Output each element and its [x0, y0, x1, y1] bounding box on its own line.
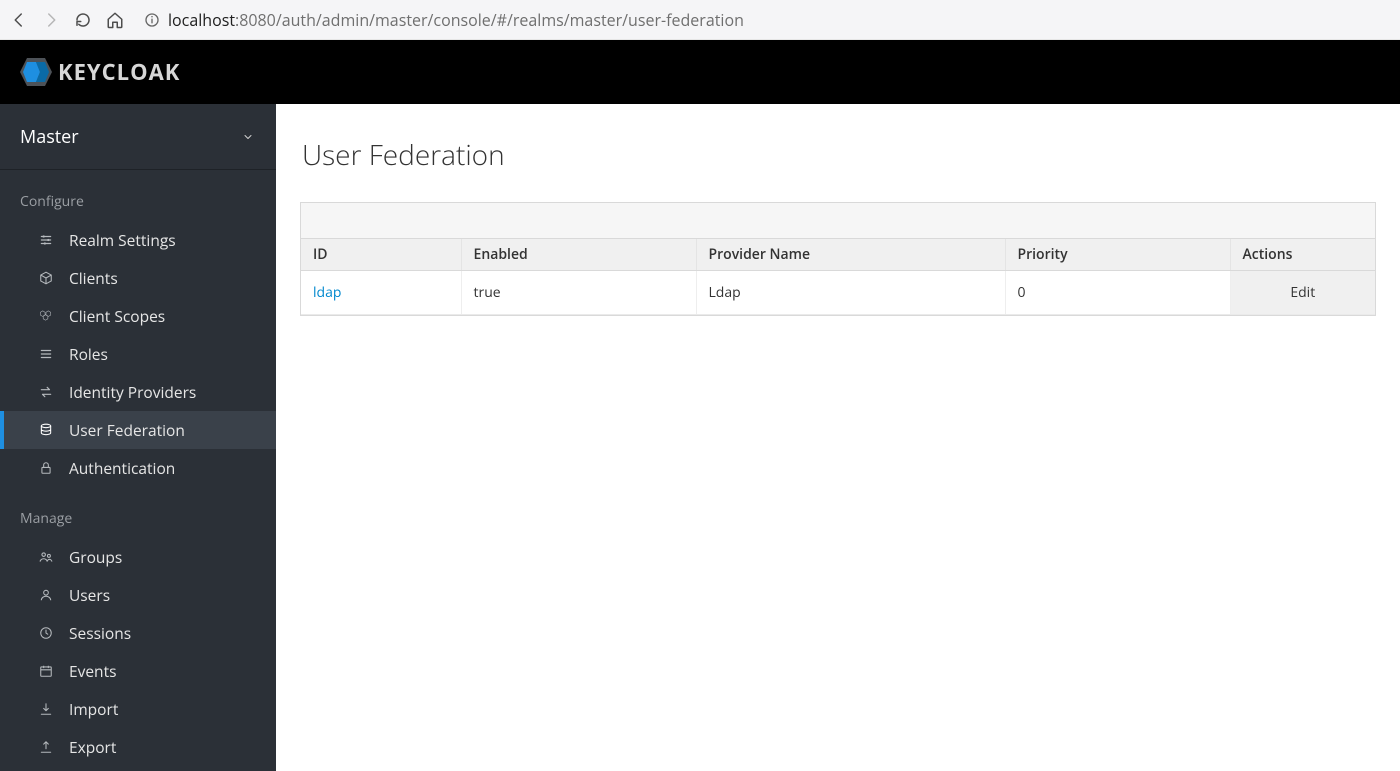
- url-text: localhost:8080/auth/admin/master/console…: [168, 9, 744, 31]
- database-icon: [38, 422, 54, 438]
- col-priority[interactable]: Priority: [1005, 239, 1230, 271]
- sliders-icon: [38, 232, 54, 248]
- sidebar-item-users[interactable]: Users: [0, 576, 276, 614]
- url-path: :8080/auth/admin/master/console/#/realms…: [235, 9, 744, 31]
- cell-action: Edit: [1230, 271, 1375, 315]
- sidebar-item-label: Groups: [69, 546, 122, 568]
- page-title: User Federation: [302, 136, 1376, 174]
- main-content: User Federation ID Enabled Provider Name…: [276, 104, 1400, 771]
- sidebar-item-label: Events: [69, 660, 116, 682]
- sidebar-item-import[interactable]: Import: [0, 690, 276, 728]
- sidebar-item-label: Client Scopes: [69, 305, 165, 327]
- sidebar-item-realm-settings[interactable]: Realm Settings: [0, 221, 276, 259]
- chevron-down-icon: [242, 131, 254, 143]
- users-group-icon: [38, 549, 54, 565]
- browser-toolbar: localhost:8080/auth/admin/master/console…: [0, 0, 1400, 40]
- cell-enabled: true: [461, 271, 696, 315]
- cubes-icon: [38, 308, 54, 324]
- cell-provider: Ldap: [696, 271, 1005, 315]
- sidebar-item-label: Identity Providers: [69, 381, 196, 403]
- app-header: KEYCLOAK: [0, 40, 1400, 104]
- sidebar-item-client-scopes[interactable]: Client Scopes: [0, 297, 276, 335]
- col-id[interactable]: ID: [301, 239, 461, 271]
- sidebar-item-label: Authentication: [69, 457, 175, 479]
- federation-link[interactable]: ldap: [313, 283, 341, 302]
- home-button[interactable]: [106, 11, 124, 29]
- section-manage-label: Manage: [0, 487, 276, 538]
- list-icon: [38, 346, 54, 362]
- logo[interactable]: KEYCLOAK: [18, 56, 180, 88]
- logo-text: KEYCLOAK: [58, 57, 180, 87]
- section-configure-label: Configure: [0, 170, 276, 221]
- calendar-icon: [38, 663, 54, 679]
- sidebar-item-label: Users: [69, 584, 110, 606]
- arrow-right-icon: [42, 11, 60, 29]
- address-bar[interactable]: localhost:8080/auth/admin/master/console…: [138, 9, 1390, 31]
- cell-priority: 0: [1005, 271, 1230, 315]
- lock-icon: [38, 460, 54, 476]
- arrow-left-icon: [10, 11, 28, 29]
- cell-id: ldap: [301, 271, 461, 315]
- cube-icon: [38, 270, 54, 286]
- info-icon: [144, 12, 160, 28]
- sidebar-item-label: Realm Settings: [69, 229, 176, 251]
- sidebar: Master Configure Realm Settings Clients …: [0, 104, 276, 771]
- export-icon: [38, 739, 54, 755]
- sidebar-item-label: Sessions: [69, 622, 131, 644]
- user-icon: [38, 587, 54, 603]
- col-enabled[interactable]: Enabled: [461, 239, 696, 271]
- sidebar-item-groups[interactable]: Groups: [0, 538, 276, 576]
- sidebar-item-identity-providers[interactable]: Identity Providers: [0, 373, 276, 411]
- exchange-icon: [38, 384, 54, 400]
- realm-selector[interactable]: Master: [0, 104, 276, 170]
- sidebar-item-clients[interactable]: Clients: [0, 259, 276, 297]
- reload-button[interactable]: [74, 11, 92, 29]
- sidebar-item-export[interactable]: Export: [0, 728, 276, 766]
- table-row: ldap true Ldap 0 Edit: [301, 271, 1375, 315]
- nav-forward-button[interactable]: [42, 11, 60, 29]
- sidebar-item-label: Export: [69, 736, 116, 758]
- sidebar-item-events[interactable]: Events: [0, 652, 276, 690]
- nav-back-button[interactable]: [10, 11, 28, 29]
- home-icon: [106, 11, 124, 29]
- col-actions: Actions: [1230, 239, 1375, 271]
- realm-name: Master: [20, 125, 79, 149]
- reload-icon: [74, 11, 92, 29]
- import-icon: [38, 701, 54, 717]
- sidebar-item-roles[interactable]: Roles: [0, 335, 276, 373]
- col-provider[interactable]: Provider Name: [696, 239, 1005, 271]
- sidebar-item-label: Clients: [69, 267, 118, 289]
- sidebar-item-label: User Federation: [69, 419, 185, 441]
- keycloak-logo-icon: [18, 56, 54, 88]
- sidebar-item-authentication[interactable]: Authentication: [0, 449, 276, 487]
- federation-table: ID Enabled Provider Name Priority Action…: [301, 239, 1375, 315]
- sidebar-item-label: Import: [69, 698, 118, 720]
- clock-icon: [38, 625, 54, 641]
- federation-panel: ID Enabled Provider Name Priority Action…: [300, 202, 1376, 316]
- sidebar-item-sessions[interactable]: Sessions: [0, 614, 276, 652]
- panel-toolbar: [301, 203, 1375, 239]
- url-host: localhost: [168, 9, 235, 31]
- sidebar-item-label: Roles: [69, 343, 108, 365]
- table-header-row: ID Enabled Provider Name Priority Action…: [301, 239, 1375, 271]
- sidebar-item-user-federation[interactable]: User Federation: [0, 411, 276, 449]
- edit-button[interactable]: Edit: [1243, 277, 1364, 308]
